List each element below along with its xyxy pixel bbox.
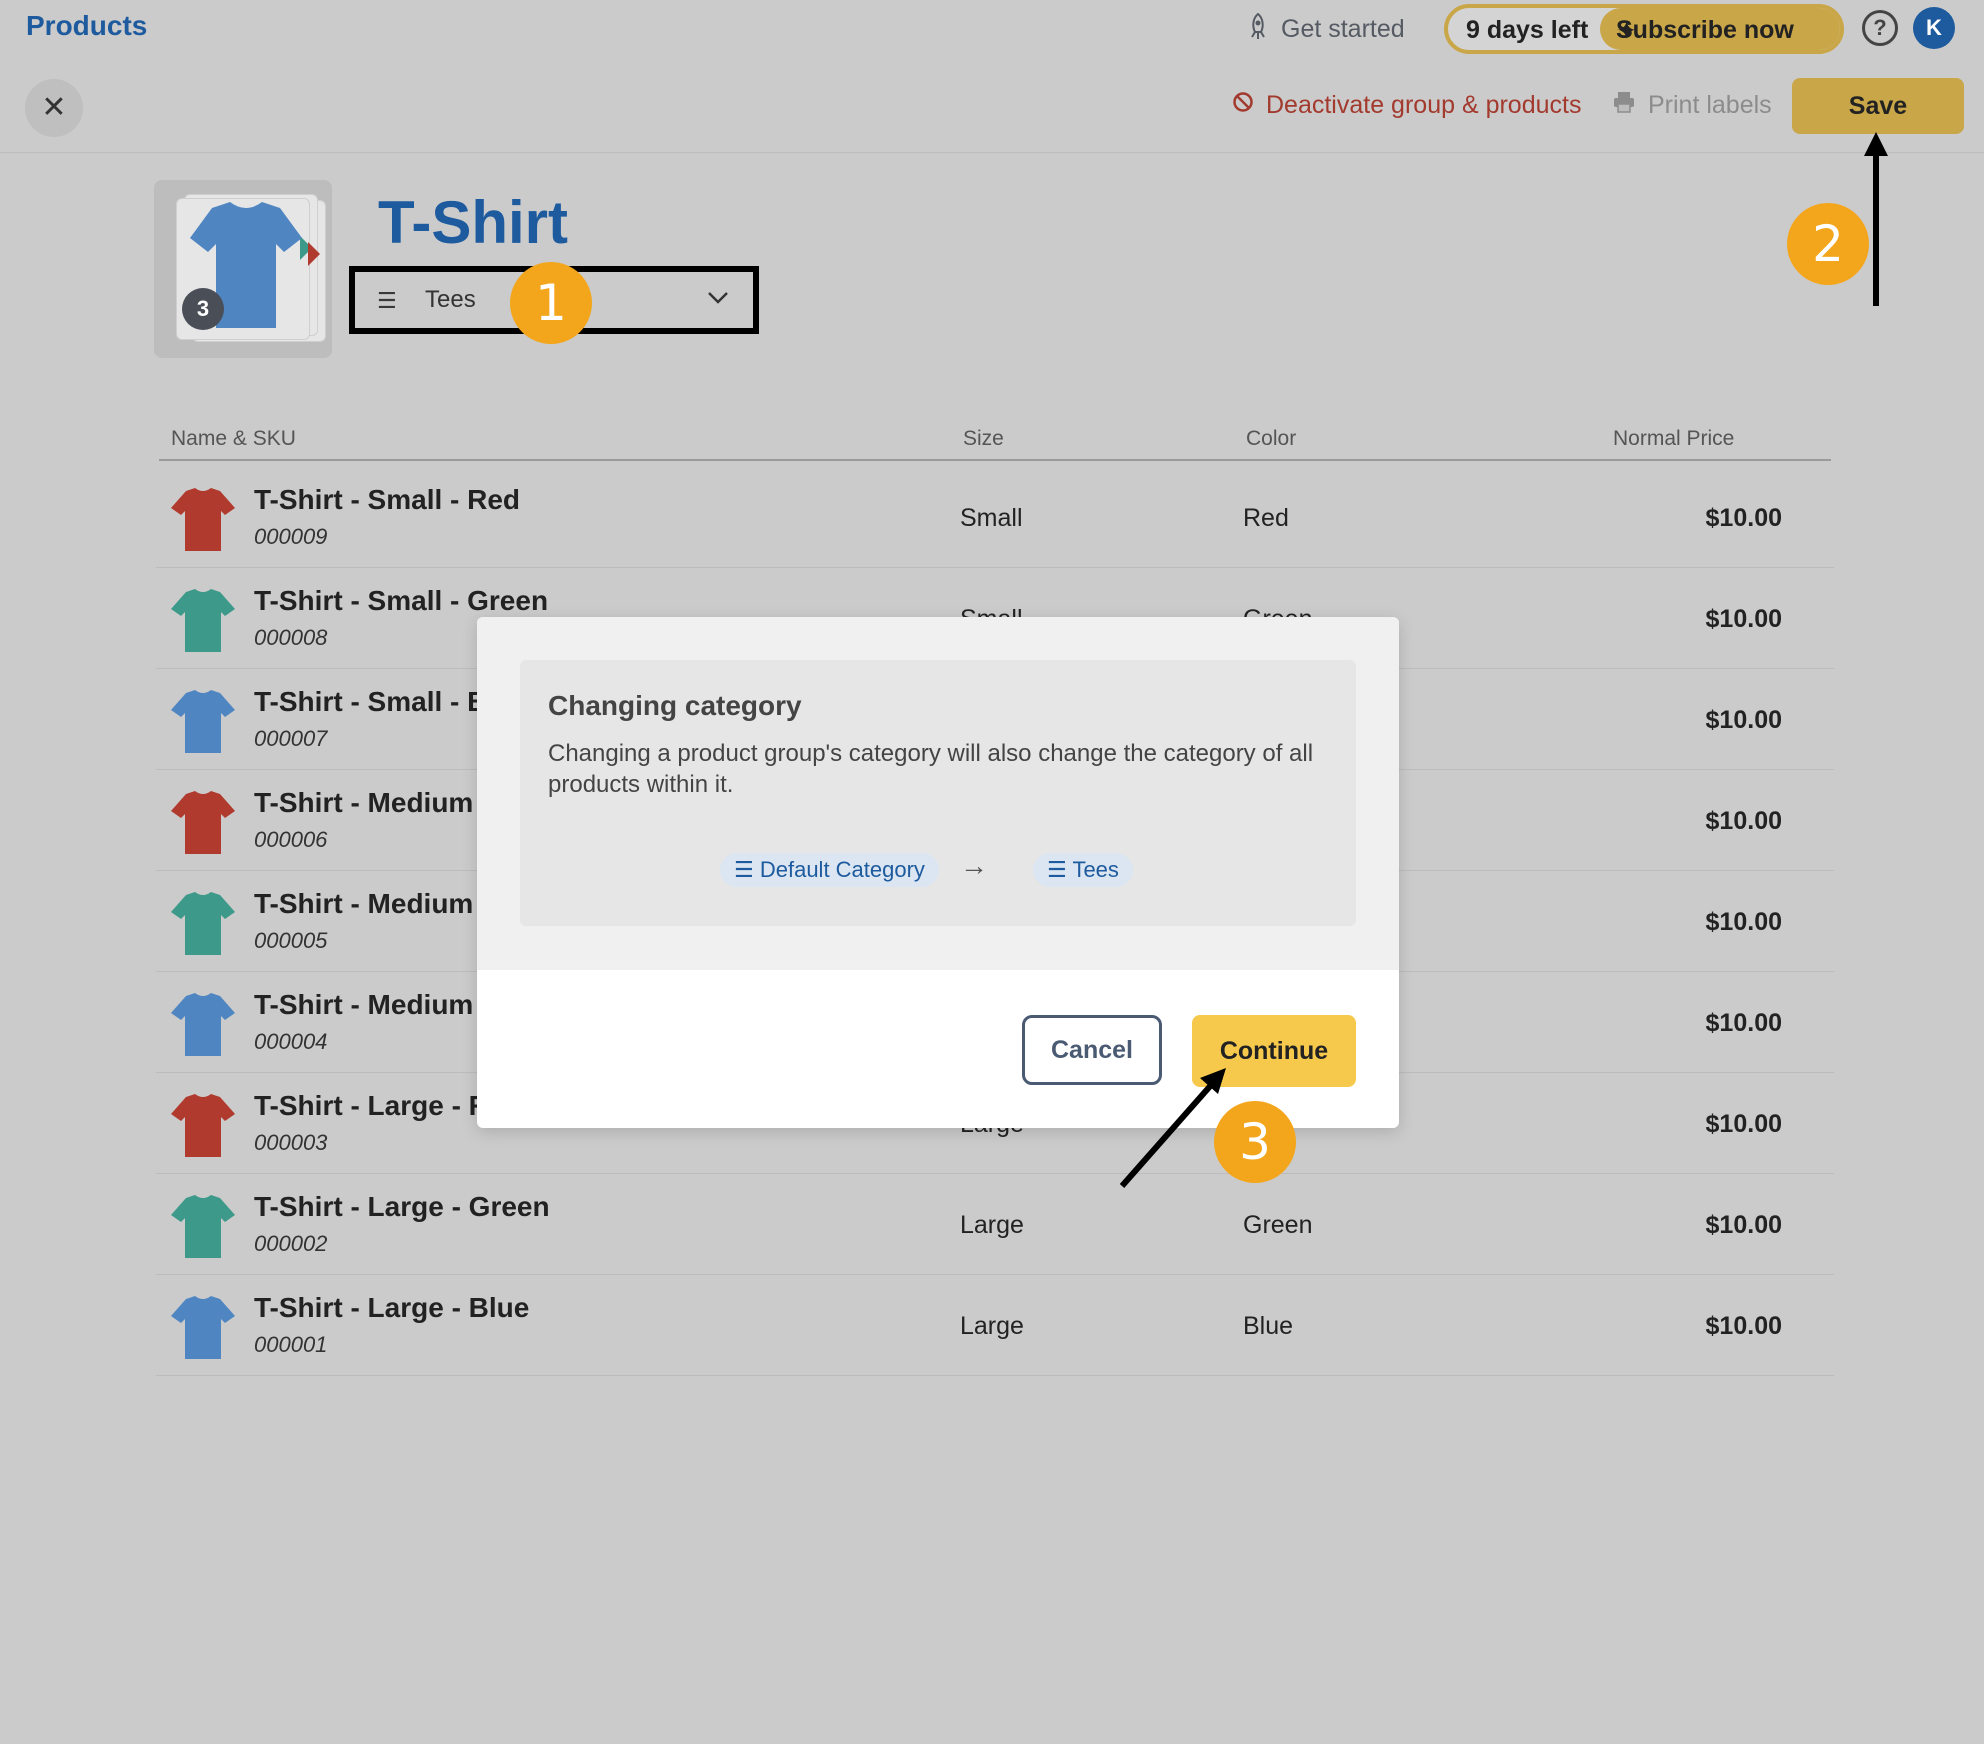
table-row[interactable]: T-Shirt - Large - Green 000002 Large Green $…	[156, 1173, 1834, 1275]
variant-price: $10.00	[1705, 504, 1782, 532]
variant-price: $10.00	[1705, 1312, 1782, 1340]
variant-price: $10.00	[1705, 1009, 1782, 1037]
print-labels-label: Print labels	[1648, 91, 1772, 119]
variant-name: T-Shirt - Large - Blue	[254, 1292, 530, 1323]
variant-name: T-Shirt - Medium	[254, 787, 474, 818]
step-3-callout: 3	[1214, 1101, 1296, 1183]
variant-name: T-Shirt - Small - Green	[254, 585, 549, 616]
tshirt-thumbnail	[171, 488, 235, 551]
print-labels-button[interactable]: Print labels	[1612, 91, 1772, 120]
variant-price: $10.00	[1705, 908, 1782, 936]
save-button[interactable]: Save	[1792, 78, 1964, 134]
get-started-label: Get started	[1281, 15, 1405, 43]
rocket-icon	[1245, 12, 1271, 47]
trial-banner: 9 days left Subscribe now ✦	[1444, 4, 1844, 54]
tshirt-thumbnail	[171, 791, 235, 854]
to-category-label: Tees	[1072, 857, 1119, 882]
trial-days-left: 9 days left	[1466, 16, 1589, 44]
dialog-body: Changing category Changing a product gro…	[477, 617, 1399, 970]
tshirt-thumbnail	[171, 993, 235, 1056]
variant-sku: 000005	[254, 928, 328, 953]
help-icon[interactable]: ?	[1862, 10, 1898, 46]
close-button[interactable]: ✕	[25, 79, 83, 137]
variant-name: T-Shirt - Large - R	[254, 1090, 489, 1121]
cancel-button[interactable]: Cancel	[1022, 1015, 1162, 1085]
deactivate-button[interactable]: Deactivate group & products	[1232, 91, 1581, 120]
step-2-callout: 2	[1787, 203, 1869, 285]
page-title: Products	[26, 10, 148, 41]
product-group-title[interactable]: T-Shirt	[378, 188, 568, 257]
variant-price: $10.00	[1705, 1110, 1782, 1138]
category-value: Tees	[425, 286, 476, 313]
variant-sku: 000001	[254, 1332, 328, 1357]
subscribe-label: Subscribe now	[1616, 16, 1794, 44]
variant-sku: 000008	[254, 625, 328, 650]
dialog-info-panel: Changing category Changing a product gro…	[520, 660, 1356, 926]
sparkle-icon: ✦	[1616, 17, 1637, 45]
table-row[interactable]: T-Shirt - Large - Blue 000001 Large Blue $10…	[156, 1274, 1834, 1376]
top-bar: Products Get started 9 days left Subscri…	[0, 0, 1984, 58]
tshirt-thumbnail	[171, 589, 235, 652]
variant-size: Large	[960, 1211, 1024, 1239]
prohibited-icon	[1232, 91, 1254, 120]
column-header-normal-price: Normal Price	[1613, 427, 1735, 450]
get-started-link[interactable]: Get started	[1245, 12, 1405, 47]
category-icon: ☰	[1047, 857, 1073, 882]
from-category-label: Default Category	[759, 857, 925, 882]
variant-sku: 000004	[254, 1029, 328, 1054]
product-image[interactable]: 3	[154, 180, 332, 358]
variant-price: $10.00	[1705, 605, 1782, 633]
arrow-right-icon: →	[960, 850, 988, 881]
variant-name: T-Shirt - Small - Red	[254, 484, 521, 515]
variant-sku: 000002	[254, 1231, 328, 1256]
variant-sku: 000009	[254, 524, 328, 549]
variant-size: Large	[960, 1312, 1024, 1340]
continue-button[interactable]: Continue	[1192, 1015, 1356, 1087]
dialog-description: Changing a product group's category will…	[548, 740, 1314, 798]
column-header-color: Color	[1246, 427, 1297, 450]
table-row[interactable]: T-Shirt - Small - Red 000009 Small Red $10.0…	[156, 466, 1834, 568]
from-category-chip: ☰ Default Category	[720, 853, 939, 887]
variant-name: T-Shirt - Small - B	[254, 686, 488, 717]
action-bar: ✕ Deactivate group & products Print labe…	[0, 58, 1984, 153]
to-category-chip: ☰ Tees	[1033, 853, 1133, 887]
variant-color: Blue	[1243, 1312, 1294, 1340]
column-header-size: Size	[963, 427, 1004, 450]
variant-name: T-Shirt - Large - Green	[254, 1191, 550, 1222]
subscribe-button[interactable]: Subscribe now ✦	[1600, 8, 1840, 50]
variant-price: $10.00	[1705, 807, 1782, 835]
tshirt-thumbnail	[171, 1296, 235, 1359]
category-icon: ☰	[377, 288, 397, 313]
variants-table-header: Name & SKU Size Color Normal Price	[159, 425, 1831, 461]
avatar[interactable]: K	[1913, 7, 1955, 49]
variant-size: Small	[960, 504, 1023, 532]
tshirt-thumbnail	[171, 892, 235, 955]
tshirt-thumbnail	[171, 690, 235, 753]
variant-sku: 000007	[254, 726, 328, 751]
variant-sku: 000006	[254, 827, 328, 852]
image-count-badge: 3	[182, 288, 224, 330]
step-1-callout: 1	[510, 262, 592, 344]
column-header-name-sku: Name & SKU	[171, 427, 296, 450]
variant-name: T-Shirt - Medium	[254, 989, 474, 1020]
variant-name: T-Shirt - Medium	[254, 888, 474, 919]
variant-price: $10.00	[1705, 1211, 1782, 1239]
tshirt-thumbnail	[171, 1094, 235, 1157]
variant-color: Red	[1243, 504, 1289, 532]
chevron-down-icon	[707, 284, 729, 312]
tshirt-thumbnail	[171, 1195, 235, 1258]
variant-price: $10.00	[1705, 706, 1782, 734]
printer-icon	[1612, 91, 1636, 120]
variant-color: Green	[1243, 1211, 1313, 1239]
category-icon: ☰	[734, 857, 760, 882]
deactivate-label: Deactivate group & products	[1266, 91, 1582, 119]
variant-sku: 000003	[254, 1130, 328, 1155]
dialog-title: Changing category	[548, 690, 802, 721]
changing-category-dialog: Changing category Changing a product gro…	[477, 617, 1399, 1128]
